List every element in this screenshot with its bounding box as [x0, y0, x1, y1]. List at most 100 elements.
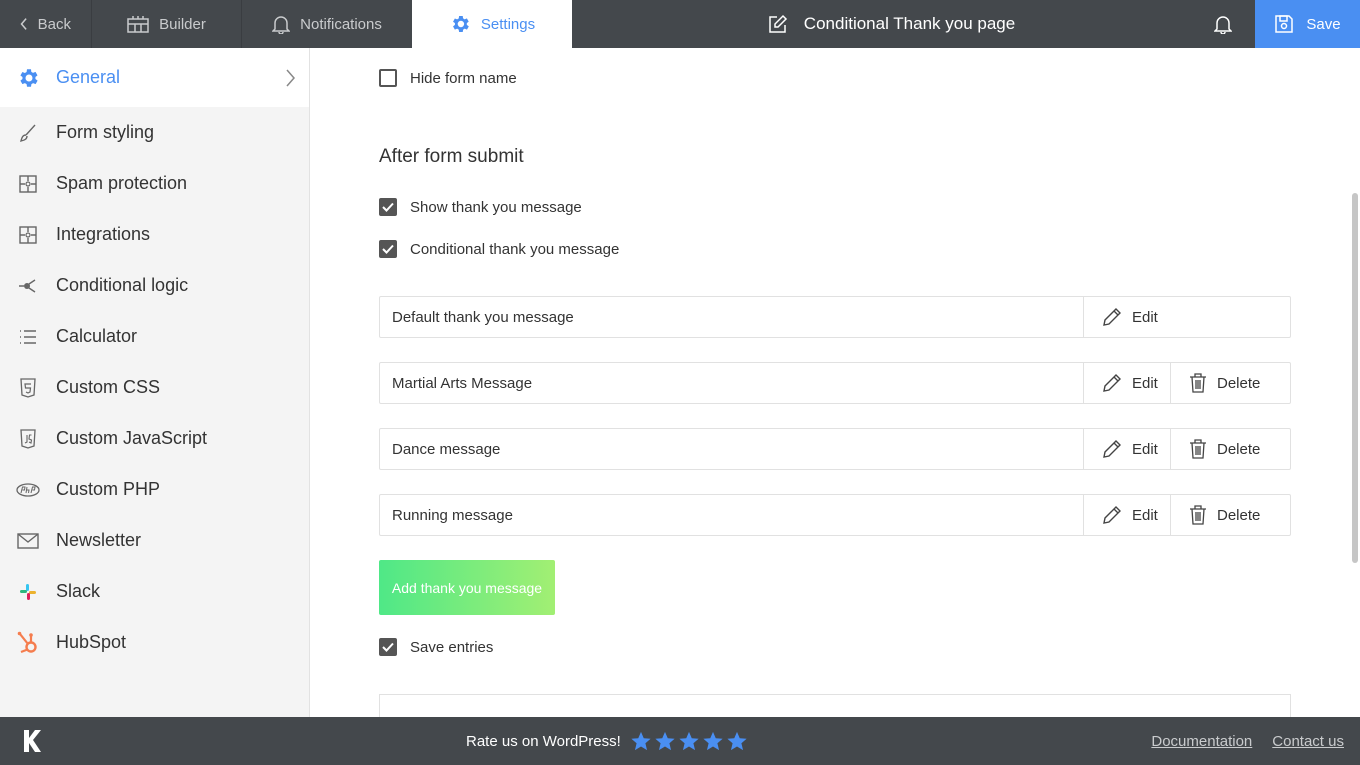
- save-entries-row: Save entries: [379, 638, 493, 656]
- sidebar-item-label: Integrations: [56, 224, 151, 244]
- branch-icon: [16, 274, 40, 298]
- sidebar-item-newsletter[interactable]: Newsletter: [0, 515, 309, 566]
- pencil-icon: [1103, 374, 1121, 392]
- sidebar-item-slack[interactable]: Slack: [0, 566, 309, 617]
- rating-stars: [630, 730, 750, 752]
- sidebar-item-label: Calculator: [56, 326, 138, 346]
- sidebar-item-calculator[interactable]: Calculator: [0, 311, 309, 362]
- message-name: Martial Arts Message: [392, 374, 533, 392]
- conditional-thank-you-row: Conditional thank you message: [379, 240, 619, 258]
- message-name: Default thank you message: [392, 308, 574, 326]
- form-title: Conditional Thank you page: [803, 14, 1016, 33]
- show-thank-you-row: Show thank you message: [379, 198, 582, 216]
- rate-text: Rate us on WordPress!: [466, 732, 621, 750]
- conditional-thank-you-label: Conditional thank you message: [410, 240, 620, 258]
- trash-icon: [1190, 505, 1206, 525]
- star-icon[interactable]: [702, 730, 724, 752]
- star-icon[interactable]: [726, 730, 748, 752]
- save-entries-checkbox[interactable]: [379, 638, 397, 656]
- bell-icon: [272, 16, 291, 34]
- save-button[interactable]: Save: [1255, 0, 1360, 48]
- chevron-left-icon: [20, 18, 27, 30]
- hubspot-icon: [16, 631, 40, 655]
- scrollbar-thumb[interactable]: [1352, 193, 1358, 563]
- star-icon[interactable]: [630, 730, 652, 752]
- kali-logo-icon[interactable]: [22, 729, 42, 753]
- edit-message-button[interactable]: Edit: [1083, 429, 1170, 469]
- sidebar-item-label: General: [56, 67, 121, 87]
- top-bar: Back Builder Notifications Settings Cond…: [0, 0, 1360, 48]
- sidebar-item-label: Conditional logic: [56, 275, 189, 295]
- settings-tab[interactable]: Settings: [412, 0, 572, 48]
- pencil-icon: [1103, 308, 1121, 326]
- back-button[interactable]: Back: [0, 0, 92, 48]
- star-icon[interactable]: [678, 730, 700, 752]
- sidebar-item-hubspot[interactable]: HubSpot: [0, 617, 309, 668]
- sidebar-item-label: Spam protection: [56, 173, 188, 193]
- sidebar-item-custom-javascript[interactable]: Custom JavaScript: [0, 413, 309, 464]
- css-icon: [16, 376, 40, 400]
- sidebar-item-general[interactable]: General: [0, 48, 309, 107]
- sidebar-item-form-styling[interactable]: Form styling: [0, 107, 309, 158]
- message-name: Dance message: [392, 440, 501, 458]
- pencil-icon: [1103, 440, 1121, 458]
- sidebar-item-label: Custom JavaScript: [56, 428, 208, 448]
- alerts-button[interactable]: [1191, 0, 1255, 48]
- delete-label: Delete: [1217, 440, 1261, 458]
- thank-you-message-row: Running message Edit Delete: [379, 494, 1291, 536]
- edit-label: Edit: [1132, 374, 1158, 392]
- delete-label: Delete: [1217, 374, 1261, 392]
- gear-icon: [16, 66, 40, 90]
- footer-bar: Rate us on WordPress! Documentation Cont…: [0, 717, 1360, 765]
- sidebar-item-spam-protection[interactable]: Spam protection: [0, 158, 309, 209]
- gear-icon: [452, 16, 469, 32]
- delete-message-button[interactable]: Delete: [1170, 363, 1290, 403]
- add-thank-you-message-button[interactable]: Add thank you message: [379, 560, 555, 615]
- builder-label: Builder: [159, 15, 206, 33]
- edit-message-button[interactable]: Edit: [1083, 495, 1170, 535]
- js-icon: [16, 427, 40, 451]
- sidebar-item-label: HubSpot: [56, 632, 127, 652]
- sidebar-item-custom-css[interactable]: Custom CSS: [0, 362, 309, 413]
- builder-tab[interactable]: Builder: [92, 0, 242, 48]
- delete-message-button[interactable]: Delete: [1170, 495, 1290, 535]
- checkmark-icon: [382, 202, 394, 212]
- settings-sidebar: General Form styling Spam protection Int…: [0, 48, 310, 717]
- contact-us-link[interactable]: Contact us: [1272, 733, 1344, 750]
- sidebar-item-label: Slack: [56, 581, 101, 601]
- edit-label: Edit: [1132, 440, 1158, 458]
- envelope-icon: [16, 529, 40, 553]
- thank-you-message-row: Default thank you message Edit: [379, 296, 1291, 338]
- form-title-area[interactable]: Conditional Thank you page: [572, 0, 1191, 48]
- star-icon[interactable]: [654, 730, 676, 752]
- sidebar-item-integrations[interactable]: Integrations: [0, 209, 309, 260]
- documentation-link[interactable]: Documentation: [1151, 733, 1252, 750]
- edit-message-button[interactable]: Edit: [1083, 297, 1290, 337]
- chevron-right-icon: [286, 69, 295, 86]
- sidebar-item-label: Newsletter: [56, 530, 142, 550]
- delete-message-button[interactable]: Delete: [1170, 429, 1290, 469]
- notifications-tab[interactable]: Notifications: [242, 0, 412, 48]
- scrollbar[interactable]: [1350, 48, 1360, 717]
- edit-message-button[interactable]: Edit: [1083, 363, 1170, 403]
- rate-us: Rate us on WordPress!: [466, 717, 750, 765]
- thank-you-message-row: Dance message Edit Delete: [379, 428, 1291, 470]
- delete-label: Delete: [1217, 506, 1261, 524]
- slack-icon: [16, 580, 40, 604]
- list-icon: [16, 325, 40, 349]
- hide-form-name-checkbox[interactable]: [379, 69, 397, 87]
- sidebar-item-conditional-logic[interactable]: Conditional logic: [0, 260, 309, 311]
- hide-form-name-label: Hide form name: [410, 69, 517, 87]
- puzzle-icon: [16, 172, 40, 196]
- show-thank-you-checkbox[interactable]: [379, 198, 397, 216]
- sidebar-item-label: Custom CSS: [56, 377, 161, 397]
- notifications-label: Notifications: [300, 15, 382, 33]
- edit-label: Edit: [1132, 308, 1158, 326]
- back-label: Back: [37, 15, 71, 33]
- sidebar-item-custom-php[interactable]: Custom PHP: [0, 464, 309, 515]
- message-name: Running message: [392, 506, 513, 524]
- pencil-icon: [1103, 506, 1121, 524]
- conditional-thank-you-checkbox[interactable]: [379, 240, 397, 258]
- builder-icon: [127, 16, 149, 33]
- checkmark-icon: [382, 642, 394, 652]
